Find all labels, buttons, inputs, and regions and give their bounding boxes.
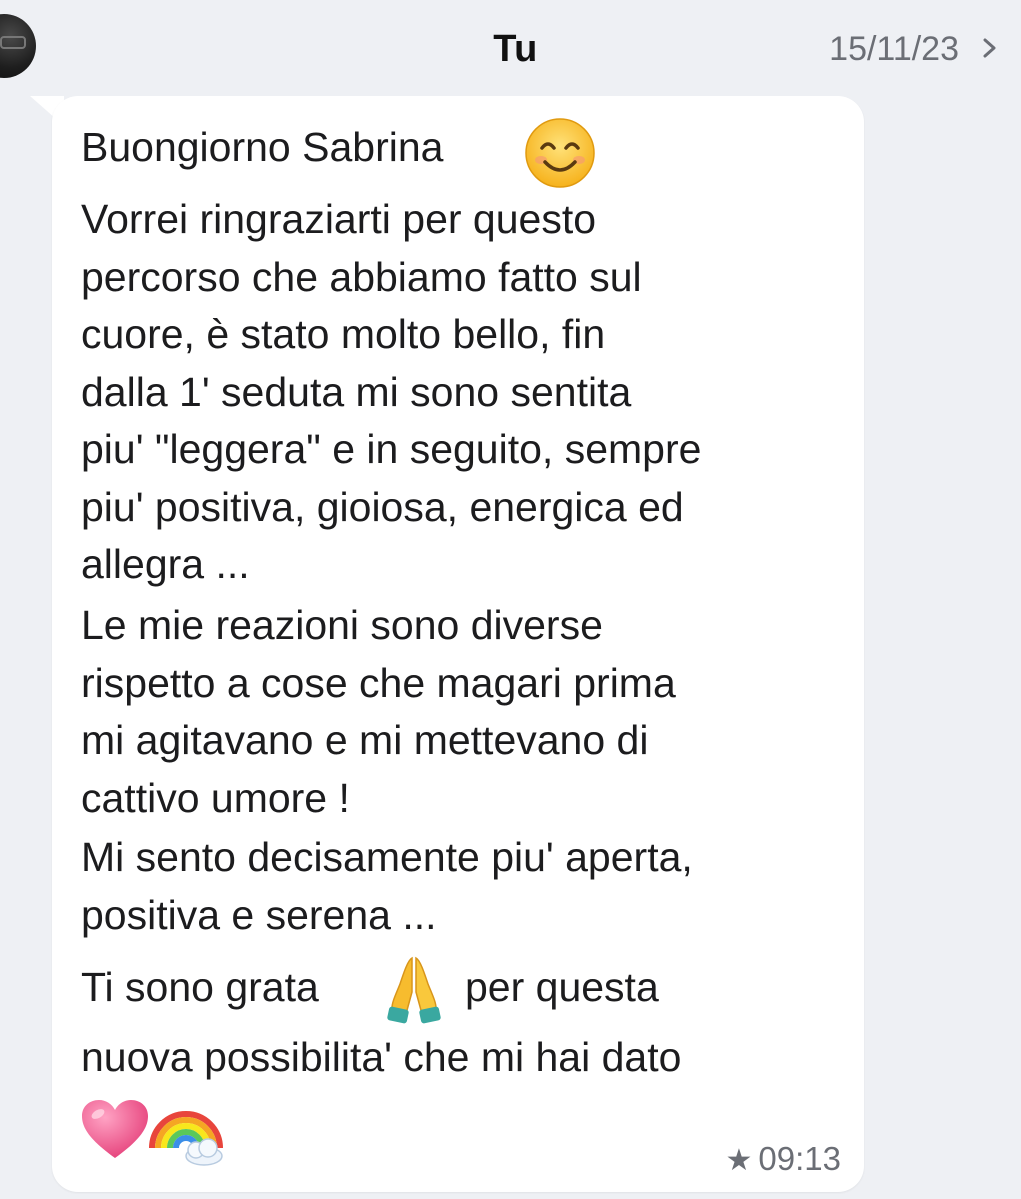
- folded-hands-icon: [387, 956, 441, 1024]
- message-closing-c: nuova possibilita' che mi hai dato: [81, 1034, 682, 1080]
- message-meta: ★ 09:13: [726, 1140, 842, 1178]
- chevron-right-icon[interactable]: [979, 38, 999, 58]
- rainbow-icon: [149, 1111, 223, 1166]
- chat-header: Tu 15/11/23: [0, 0, 1021, 100]
- message-paragraph-3: Mi sento decisamente piu' aperta, positi…: [81, 834, 693, 938]
- smiling-face-icon: [525, 118, 595, 188]
- message-paragraph-2: Le mie reazioni sono diverse rispetto a …: [81, 602, 676, 821]
- message-closing-b: per questa: [465, 964, 659, 1010]
- message-closing-a: Ti sono grata: [81, 964, 319, 1010]
- header-date: 15/11/23: [829, 30, 959, 68]
- message-greeting: Buongiorno Sabrina: [81, 124, 444, 170]
- message-time: 09:13: [758, 1140, 841, 1177]
- message-paragraph-1: Vorrei ringraziarti per questo percorso …: [81, 196, 702, 587]
- star-icon[interactable]: ★: [726, 1143, 753, 1178]
- pink-heart-icon: [82, 1100, 148, 1158]
